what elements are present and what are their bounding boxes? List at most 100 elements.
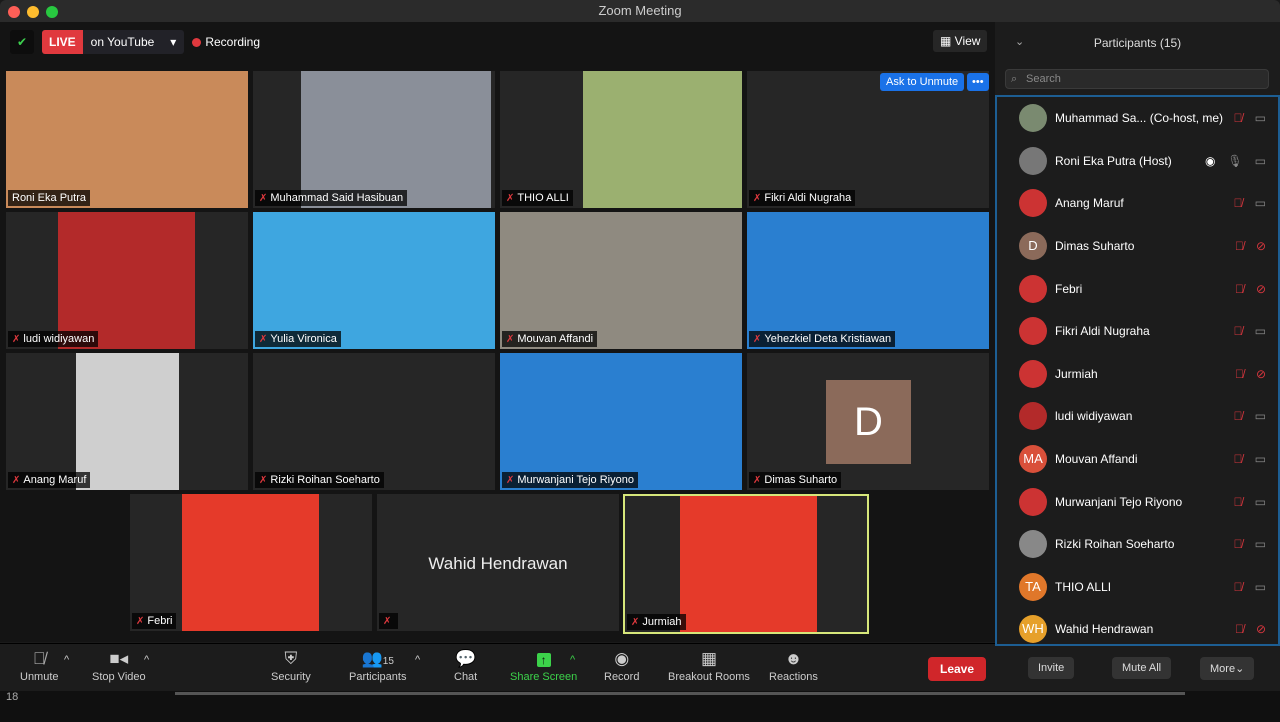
video-tile[interactable]: ✗ Muhammad Said Hasibuan <box>253 71 495 208</box>
participant-row[interactable]: ludi widiyawan 🎙̸ ▭ <box>997 395 1278 438</box>
leave-button[interactable]: Leave <box>928 657 987 681</box>
close-window-button[interactable] <box>8 6 20 18</box>
taskbar-text: 18 <box>6 691 19 703</box>
view-button[interactable]: ▦ View <box>933 30 988 52</box>
participant-name-label: ✗ Febri <box>132 613 177 629</box>
participants-button[interactable]: 👥15 Participants <box>349 649 406 683</box>
participants-list[interactable]: Muhammad Sa... (Co-host, me) 🎙̸ ▭ Roni Eka … <box>995 95 1280 646</box>
mic-muted-icon: 🎙̸ <box>1233 196 1243 211</box>
mic-muted-icon: 🎙̸ <box>1233 452 1243 467</box>
participant-row[interactable]: Murwanjani Tejo Riyono 🎙̸ ▭ <box>997 480 1278 523</box>
caret-down-icon[interactable]: ▾ <box>162 35 184 49</box>
video-icon: ▭ <box>1254 494 1266 509</box>
mic-muted-icon: ✗ <box>136 616 145 627</box>
search-input[interactable]: ⌕ Search <box>1005 69 1269 89</box>
share-screen-button[interactable]: ↑ Share Screen <box>510 649 577 683</box>
avatar <box>1019 189 1047 218</box>
participant-row[interactable]: Rizki Roihan Soeharto 🎙̸ ▭ <box>997 523 1278 566</box>
video-icon: ▭ <box>1254 111 1266 126</box>
video-tile[interactable]: ✗ Rizki Roihan Soeharto <box>253 353 495 490</box>
participant-name-label: Roni Eka Putra <box>8 190 90 206</box>
mic-muted-icon: ✗ <box>383 616 392 627</box>
security-label: Security <box>271 671 311 683</box>
invite-button[interactable]: Invite <box>1028 657 1075 679</box>
video-icon: ▭ <box>1254 452 1266 467</box>
breakout-label: Breakout Rooms <box>668 671 750 683</box>
video-tile[interactable]: ✗ THIO ALLI <box>500 71 742 208</box>
mic-muted-icon: ✗ <box>12 334 21 345</box>
participants-panel: ⌄ Participants (15) ⌕ Search Muhammad Sa.… <box>995 22 1280 692</box>
participant-row[interactable]: D Dimas Suharto 🎙̸ ⊘ <box>997 225 1278 268</box>
stop-video-button[interactable]: ■◂ Stop Video <box>92 649 146 683</box>
video-tile[interactable]: ✗ Yehezkiel Deta Kristiawan <box>747 212 989 349</box>
avatar: WH <box>1019 615 1047 644</box>
video-icon: ▭ <box>1254 324 1266 339</box>
video-off-icon: ⊘ <box>1255 239 1266 254</box>
video-tile[interactable]: ✗ Mouvan Affandi <box>500 212 742 349</box>
participant-name: Febri <box>1055 281 1083 296</box>
mic-muted-icon: ✗ <box>753 334 762 345</box>
mic-muted-icon: 🎙̸ <box>1234 622 1244 637</box>
chat-bubble-icon: 💬 <box>455 649 477 668</box>
participant-row[interactable]: TA THIO ALLI 🎙̸ ▭ <box>997 566 1278 609</box>
participant-row[interactable]: MA Mouvan Affandi 🎙̸ ▭ <box>997 438 1278 481</box>
participant-row[interactable]: Fikri Aldi Nugraha 🎙̸ ▭ <box>997 310 1278 353</box>
participant-name: Anang Maruf <box>1055 196 1124 211</box>
security-button[interactable]: ⛨ Security <box>271 649 311 683</box>
video-tile[interactable]: ✗ Anang Maruf <box>6 353 248 490</box>
ask-to-unmute-button[interactable]: Ask to Unmute <box>880 73 965 91</box>
video-tile[interactable]: D ✗ Dimas Suharto <box>747 353 989 490</box>
minimize-window-button[interactable] <box>27 6 39 18</box>
participant-name: Jurmiah <box>1055 366 1098 381</box>
scrollbar[interactable] <box>175 692 1185 695</box>
video-options-caret[interactable]: ^ <box>144 654 149 666</box>
mute-all-button[interactable]: Mute All <box>1112 657 1172 679</box>
mic-muted-icon: 🎙̸ <box>1234 281 1244 296</box>
unmute-button[interactable]: 🎙̸ Unmute <box>20 649 59 683</box>
search-placeholder: Search <box>1026 73 1061 85</box>
reactions-button[interactable]: ☻ Reactions <box>769 649 818 683</box>
share-caret[interactable]: ^ <box>570 654 575 666</box>
participant-name: Anang Maruf <box>23 474 87 486</box>
video-tile[interactable]: ✗ Fikri Aldi Nugraha <box>747 71 989 208</box>
participant-row[interactable]: Febri 🎙̸ ⊘ <box>997 267 1278 310</box>
participant-row[interactable]: Anang Maruf 🎙̸ ▭ <box>997 182 1278 225</box>
more-button[interactable]: More⌄ <box>1200 657 1255 680</box>
video-tile[interactable]: ✗ Febri <box>130 494 372 631</box>
participant-name: Wahid Hendrawan <box>1055 622 1154 637</box>
video-tile[interactable]: Wahid Hendrawan ✗ <box>377 494 619 631</box>
participant-row[interactable]: Muhammad Sa... (Co-host, me) 🎙̸ ▭ <box>997 97 1278 140</box>
participant-row[interactable]: Jurmiah 🎙̸ ⊘ <box>997 353 1278 396</box>
participants-count: 15 <box>382 656 394 667</box>
participants-caret[interactable]: ^ <box>415 654 420 666</box>
audio-options-caret[interactable]: ^ <box>64 654 69 666</box>
participant-row[interactable]: WH Wahid Hendrawan 🎙̸ ⊘ <box>997 608 1278 644</box>
video-tile[interactable]: Roni Eka Putra <box>6 71 248 208</box>
video-tile[interactable]: ✗ Murwanjani Tejo Riyono <box>500 353 742 490</box>
chat-button[interactable]: 💬 Chat <box>454 649 477 683</box>
grid-icon: ▦ <box>700 649 717 668</box>
avatar <box>1019 104 1047 133</box>
recording-indicator[interactable]: Recording <box>192 35 260 49</box>
record-button[interactable]: ◉ Record <box>604 649 639 683</box>
participant-row[interactable]: Roni Eka Putra (Host) ◉ 🎙 ▭ <box>997 140 1278 183</box>
video-tile[interactable]: ✗ Jurmiah <box>623 494 869 634</box>
shield-icon: ⛨ <box>284 649 298 668</box>
shield-icon[interactable]: ✔ <box>10 30 34 54</box>
participant-name-center: Wahid Hendrawan <box>428 554 568 573</box>
tile-more-button[interactable]: ••• <box>967 73 989 91</box>
video-feed <box>6 71 248 208</box>
maximize-window-button[interactable] <box>46 6 58 18</box>
window-title: Zoom Meeting <box>598 3 682 18</box>
participant-name: Murwanjani Tejo Riyono <box>1055 494 1183 509</box>
mic-muted-icon: 🎙̸ <box>1233 409 1243 424</box>
breakout-rooms-button[interactable]: ▦ Breakout Rooms <box>668 649 750 683</box>
avatar <box>1019 146 1047 175</box>
live-stream-button[interactable]: LIVE on YouTube ▾ <box>42 30 185 54</box>
video-tile[interactable]: ✗ Yulia Vironica <box>253 212 495 349</box>
video-tile[interactable]: ✗ ludi widiyawan <box>6 212 248 349</box>
video-icon: ▭ <box>1254 153 1266 168</box>
live-target: on YouTube <box>90 35 155 49</box>
mic-muted-icon: 🎙̸ <box>1234 366 1244 381</box>
participant-name-label: ✗ Muhammad Said Hasibuan <box>255 190 408 206</box>
